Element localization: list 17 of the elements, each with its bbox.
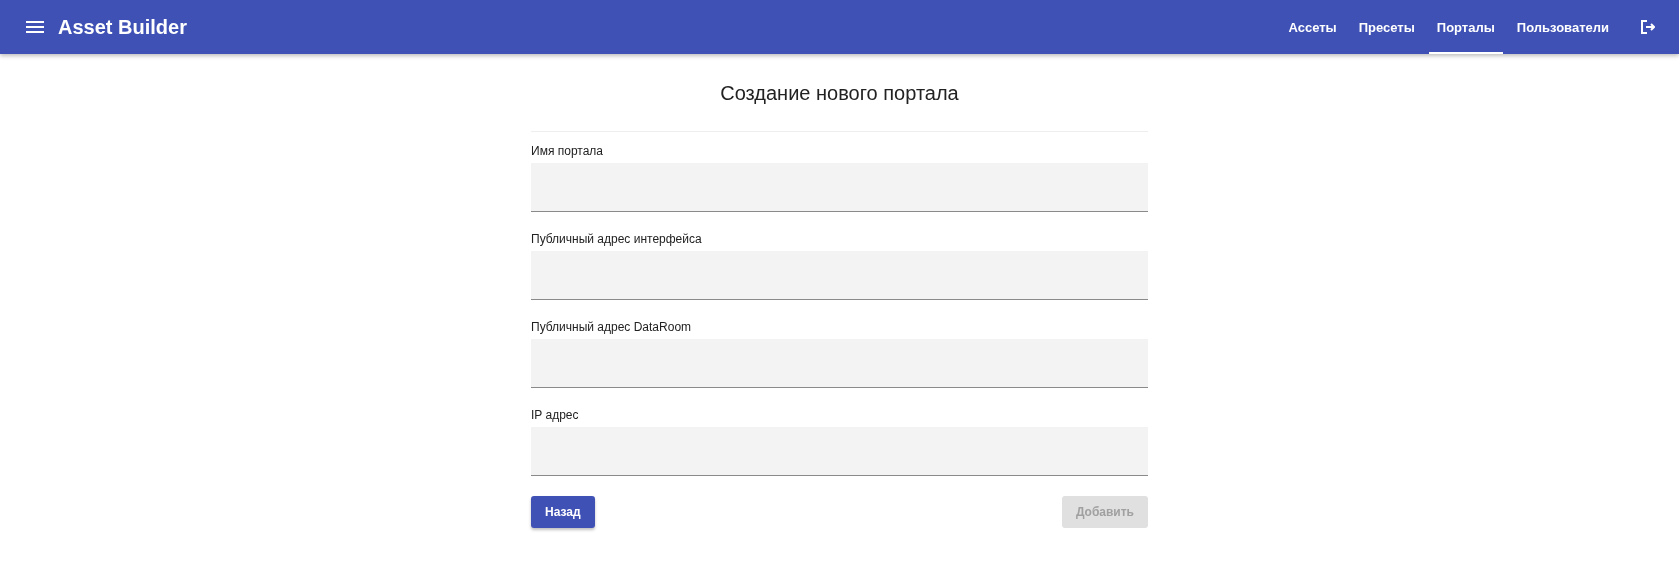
logout-icon[interactable]: [1641, 20, 1655, 34]
field-label: IP адрес: [531, 408, 580, 422]
nav-tab[interactable]: Ассеты: [1280, 0, 1345, 54]
field-label: Публичный адрес интерфейса: [531, 232, 703, 246]
app-title: Asset Builder: [58, 15, 187, 39]
form-title: Создание нового портала: [720, 82, 959, 105]
menu-icon[interactable]: [26, 21, 44, 33]
nav-tab[interactable]: Порталы: [1428, 0, 1503, 54]
field-label: Публичный адрес DataRoom: [531, 320, 693, 334]
input-field[interactable]: [531, 163, 1148, 212]
nav-tab[interactable]: Пресеты: [1350, 0, 1423, 54]
input-field[interactable]: [531, 251, 1148, 300]
input-field[interactable]: [531, 339, 1148, 388]
back-button[interactable]: Назад: [531, 496, 595, 528]
field-label: Имя портала: [531, 144, 604, 158]
input-field[interactable]: [531, 427, 1148, 476]
nav-tab[interactable]: Пользователи: [1508, 0, 1617, 54]
